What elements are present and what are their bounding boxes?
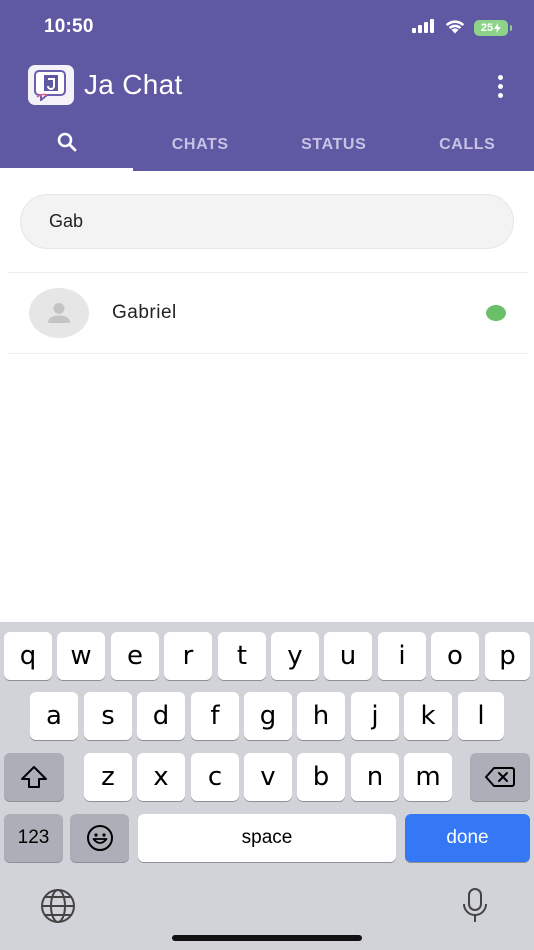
battery-level: 25 <box>480 22 494 34</box>
key-q[interactable]: q <box>4 632 52 680</box>
done-key[interactable]: done <box>405 814 530 862</box>
backspace-key[interactable] <box>470 753 530 801</box>
key-c[interactable]: c <box>191 753 239 801</box>
app-header: 10:50 25 Ja Chat CHATS STATUS CALLS <box>0 0 534 171</box>
key-j[interactable]: j <box>351 692 399 740</box>
key-s[interactable]: s <box>84 692 132 740</box>
search-input[interactable] <box>49 211 513 232</box>
key-k[interactable]: k <box>404 692 452 740</box>
list-divider <box>8 353 528 354</box>
key-h[interactable]: h <box>297 692 345 740</box>
key-v[interactable]: v <box>244 753 292 801</box>
tab-calls[interactable]: CALLS <box>401 118 534 171</box>
shift-key[interactable] <box>4 753 64 801</box>
emoji-icon <box>86 825 113 851</box>
cellular-signal-icon <box>412 18 436 38</box>
key-y[interactable]: y <box>271 632 319 680</box>
key-f[interactable]: f <box>191 692 239 740</box>
avatar <box>29 288 89 338</box>
home-indicator <box>172 935 362 941</box>
key-i[interactable]: i <box>378 632 426 680</box>
tab-chats[interactable]: CHATS <box>134 118 268 171</box>
key-b[interactable]: b <box>297 753 345 801</box>
space-key[interactable]: space <box>138 814 396 862</box>
numbers-key[interactable]: 123 <box>4 814 63 862</box>
key-t[interactable]: t <box>218 632 266 680</box>
key-m[interactable]: m <box>404 753 452 801</box>
backspace-icon <box>485 767 515 787</box>
key-g[interactable]: g <box>244 692 292 740</box>
active-tab-indicator <box>0 168 133 171</box>
status-bar: 10:50 25 <box>0 0 534 54</box>
status-icons: 25 <box>412 18 512 39</box>
more-vert-dot <box>497 83 503 89</box>
list-item[interactable]: Gabriel <box>8 273 528 353</box>
status-time: 10:50 <box>44 16 94 37</box>
key-d[interactable]: d <box>137 692 185 740</box>
more-vert-dot <box>497 92 503 98</box>
key-e[interactable]: e <box>111 632 159 680</box>
online-status-indicator <box>486 305 506 321</box>
microphone-icon[interactable] <box>457 884 493 928</box>
search-icon <box>55 130 79 159</box>
key-w[interactable]: w <box>57 632 105 680</box>
emoji-key[interactable] <box>70 814 129 862</box>
app-title: Ja Chat <box>84 69 183 100</box>
globe-icon[interactable] <box>38 886 78 926</box>
key-p[interactable]: p <box>485 632 530 680</box>
more-vert-icon <box>497 74 503 80</box>
key-u[interactable]: u <box>324 632 372 680</box>
tab-status[interactable]: STATUS <box>267 118 401 171</box>
search-field[interactable] <box>20 194 514 249</box>
on-screen-keyboard: q w e r t y u i o p a s d f g h j k l z … <box>0 622 534 950</box>
key-l[interactable]: l <box>458 692 504 740</box>
key-o[interactable]: o <box>431 632 479 680</box>
key-a[interactable]: a <box>30 692 78 740</box>
tab-search[interactable] <box>0 118 134 171</box>
wifi-icon <box>444 18 466 39</box>
key-z[interactable]: z <box>84 753 132 801</box>
shift-icon <box>21 766 47 788</box>
app-bar: Ja Chat <box>0 60 534 112</box>
tab-bar: CHATS STATUS CALLS <box>0 118 534 171</box>
person-icon <box>48 303 70 323</box>
key-n[interactable]: n <box>351 753 399 801</box>
more-options-button[interactable] <box>488 72 512 100</box>
battery-icon: 25 <box>474 20 512 36</box>
contact-name: Gabriel <box>112 302 177 323</box>
app-logo-icon <box>28 65 74 105</box>
key-r[interactable]: r <box>164 632 212 680</box>
key-x[interactable]: x <box>137 753 185 801</box>
